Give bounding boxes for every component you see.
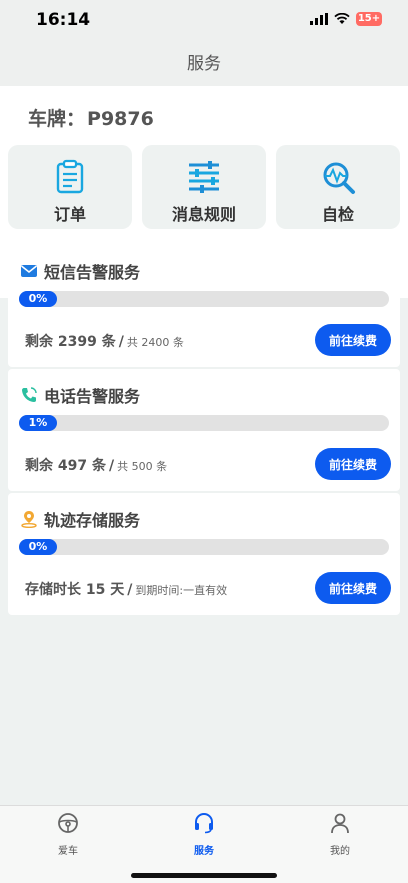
location-pin-icon bbox=[21, 511, 37, 528]
service-list: 短信告警服务 0% 剩余 2399 条 / 共 2400 条 前往续费 电话告警… bbox=[0, 245, 408, 617]
card-title: 电话告警服务 bbox=[44, 387, 141, 406]
status-time: 16:14 bbox=[36, 10, 91, 30]
card-footer: 存储时长 15 天 / 到期时间:一直有效 bbox=[25, 579, 227, 599]
clipboard-icon bbox=[56, 159, 84, 194]
progress-track: 1% bbox=[19, 415, 389, 431]
card-footer: 剩余 2399 条 / 共 2400 条 bbox=[25, 331, 184, 351]
progress-pill: 1% bbox=[19, 415, 57, 431]
renew-button[interactable]: 前往续费 bbox=[315, 448, 391, 480]
storage-duration: 存储时长 15 天 bbox=[25, 582, 125, 598]
status-icons: 15+ bbox=[310, 12, 382, 26]
renew-button[interactable]: 前往续费 bbox=[315, 572, 391, 604]
separator: / bbox=[118, 334, 124, 350]
separator: / bbox=[108, 458, 115, 474]
expiry-date: 到期时间:一直有效 bbox=[135, 584, 228, 597]
plate-label: 车牌： bbox=[28, 108, 86, 130]
tab-mine-label: 我的 bbox=[330, 846, 350, 857]
steering-wheel-icon bbox=[58, 813, 78, 833]
card-footer: 剩余 497 条 / 共 500 条 bbox=[25, 455, 167, 475]
battery-indicator: 15+ bbox=[356, 12, 382, 26]
card-head: 电话告警服务 bbox=[20, 383, 140, 407]
tile-orders[interactable]: 订单 bbox=[8, 145, 132, 229]
renew-button[interactable]: 前往续费 bbox=[315, 324, 391, 356]
phone-icon bbox=[22, 387, 37, 402]
tile-message-rules[interactable]: 消息规则 bbox=[142, 145, 266, 229]
page-title: 服务 bbox=[187, 54, 221, 74]
progress-track: 0% bbox=[19, 291, 389, 307]
tile-self-check[interactable]: 自检 bbox=[276, 145, 400, 229]
tile-orders-label: 订单 bbox=[53, 205, 86, 224]
headset-icon bbox=[195, 813, 213, 834]
tab-service[interactable]: 服务 bbox=[136, 806, 272, 883]
remaining-count: 剩余 497 条 bbox=[25, 458, 106, 474]
remaining-count: 剩余 2399 条 bbox=[25, 334, 116, 350]
tab-mine[interactable]: 我的 bbox=[272, 806, 408, 883]
progress-track: 0% bbox=[19, 539, 389, 555]
person-icon bbox=[331, 813, 349, 834]
service-card-phone: 电话告警服务 1% 剩余 497 条 / 共 500 条 前往续费 bbox=[8, 369, 400, 491]
tab-service-label: 服务 bbox=[194, 846, 214, 857]
card-head: 短信告警服务 bbox=[20, 259, 140, 283]
tab-bar: 爱车 服务 我的 bbox=[0, 805, 408, 883]
tile-message-rules-label: 消息规则 bbox=[171, 205, 236, 224]
status-bar: 16:14 15+ bbox=[0, 0, 408, 42]
wifi-icon bbox=[334, 13, 350, 24]
sliders-icon bbox=[189, 161, 219, 193]
signal-icon bbox=[310, 13, 328, 25]
card-title: 短信告警服务 bbox=[44, 263, 141, 282]
service-card-sms: 短信告警服务 0% 剩余 2399 条 / 共 2400 条 前往续费 bbox=[8, 245, 400, 367]
nav-bar: 服务 bbox=[0, 42, 408, 86]
envelope-icon bbox=[21, 265, 37, 277]
diagnostic-search-icon bbox=[323, 162, 355, 194]
plate-value: P9876 bbox=[87, 108, 154, 130]
home-indicator bbox=[131, 873, 277, 878]
tab-car-label: 爱车 bbox=[58, 846, 78, 857]
card-title: 轨迹存储服务 bbox=[44, 511, 141, 530]
progress-pill: 0% bbox=[19, 539, 57, 555]
card-head: 轨迹存储服务 bbox=[20, 507, 140, 531]
plate-row: 车牌： P9876 bbox=[0, 86, 408, 144]
progress-pill: 0% bbox=[19, 291, 57, 307]
total-count: 共 2400 条 bbox=[126, 336, 184, 349]
tile-self-check-label: 自检 bbox=[321, 205, 354, 224]
total-count: 共 500 条 bbox=[117, 460, 168, 473]
separator: / bbox=[127, 582, 133, 598]
service-card-track: 轨迹存储服务 0% 存储时长 15 天 / 到期时间:一直有效 前往续费 bbox=[8, 493, 400, 615]
tab-car[interactable]: 爱车 bbox=[0, 806, 136, 883]
